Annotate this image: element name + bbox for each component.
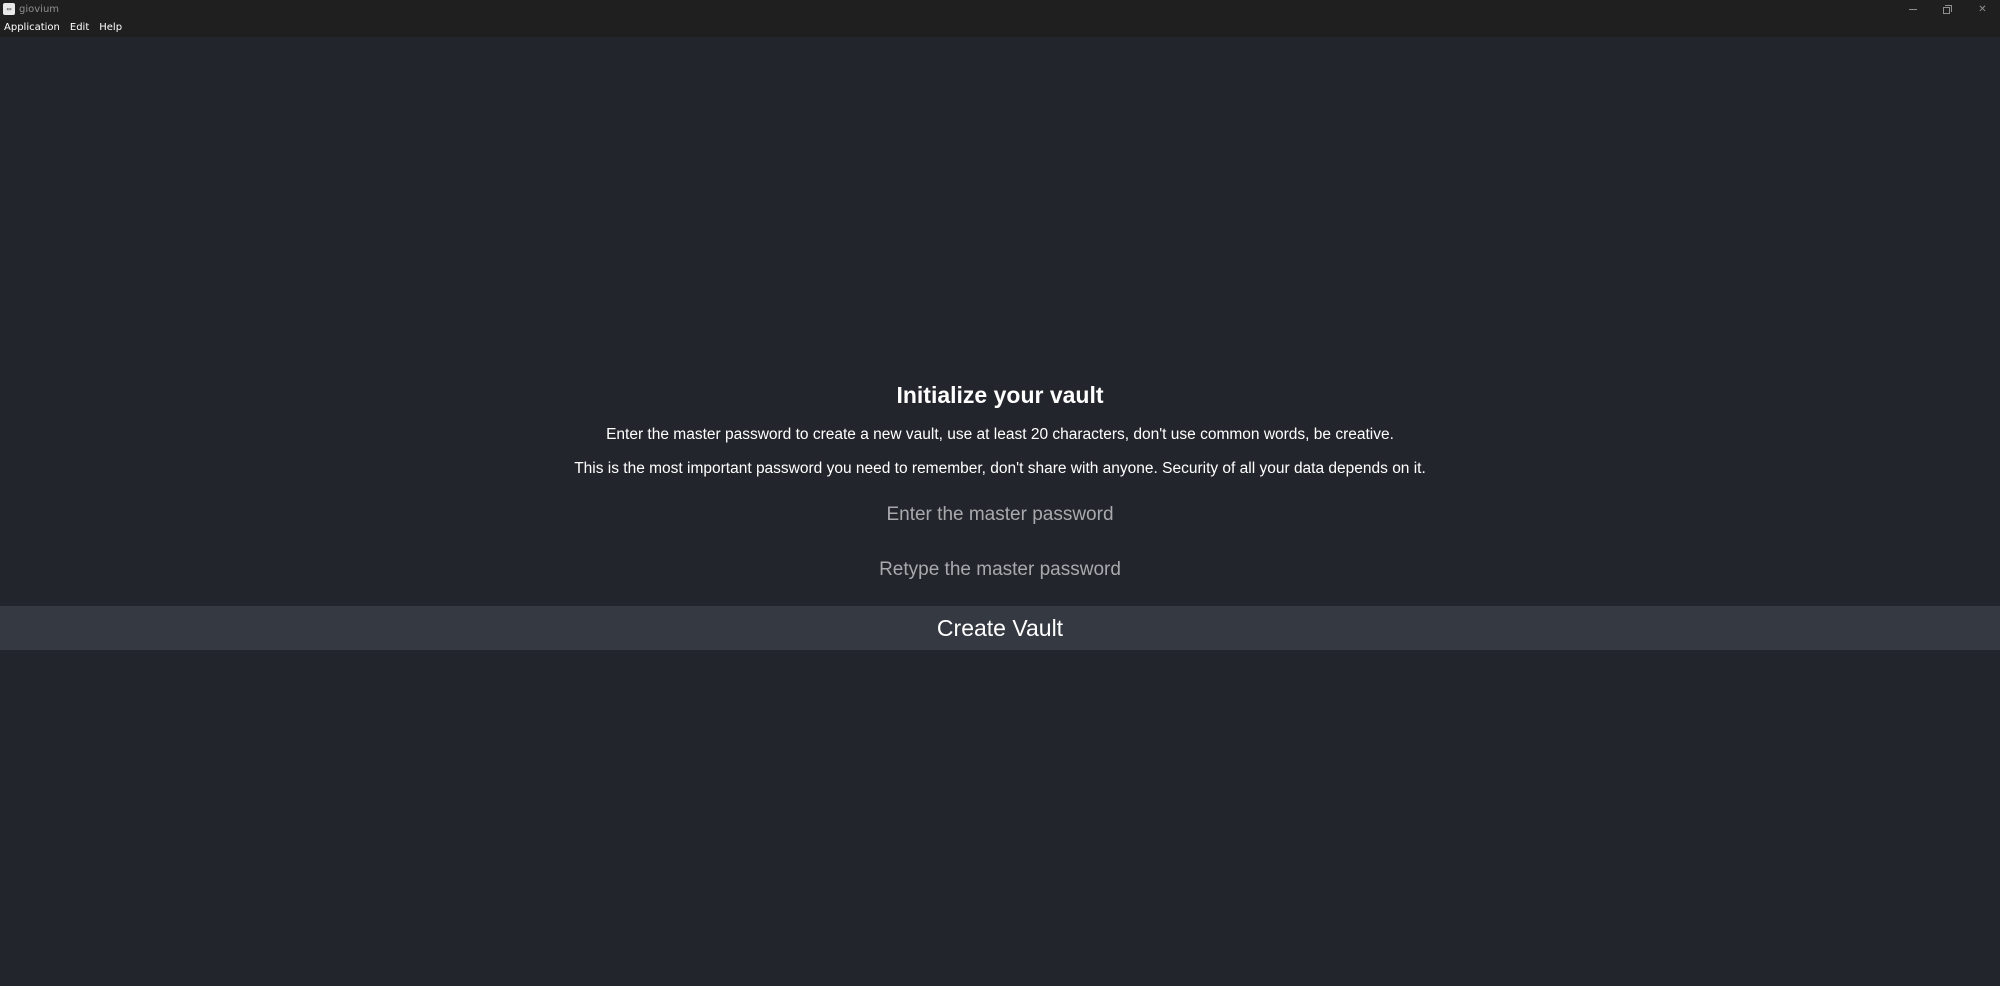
app-window: ▭ giovium ✕ Application Edit Help Initia… (0, 0, 2000, 986)
description-text-2: This is the most important password you … (574, 460, 1426, 477)
minimize-button[interactable] (1895, 0, 1930, 18)
menu-application[interactable]: Application (4, 22, 60, 33)
menu-edit[interactable]: Edit (70, 22, 89, 33)
retype-password-input[interactable] (700, 554, 1300, 586)
restore-icon (1943, 4, 1952, 14)
window-title: giovium (19, 3, 60, 15)
create-vault-button[interactable]: Create Vault (0, 606, 2000, 650)
minimize-icon (1908, 8, 1917, 10)
app-icon: ▭ (3, 3, 15, 15)
window-controls: ✕ (1895, 0, 2000, 18)
close-icon: ✕ (1978, 3, 1987, 15)
main-content: Initialize your vault Enter the master p… (0, 37, 2000, 986)
close-button[interactable]: ✕ (1965, 0, 2000, 18)
page-title: Initialize your vault (896, 382, 1104, 408)
restore-button[interactable] (1930, 0, 1965, 18)
description-text-1: Enter the master password to create a ne… (606, 426, 1394, 443)
master-password-input[interactable] (700, 499, 1300, 531)
menu-bar: Application Edit Help (0, 18, 2000, 37)
menu-help[interactable]: Help (99, 22, 122, 33)
title-bar[interactable]: ▭ giovium ✕ (0, 0, 2000, 18)
